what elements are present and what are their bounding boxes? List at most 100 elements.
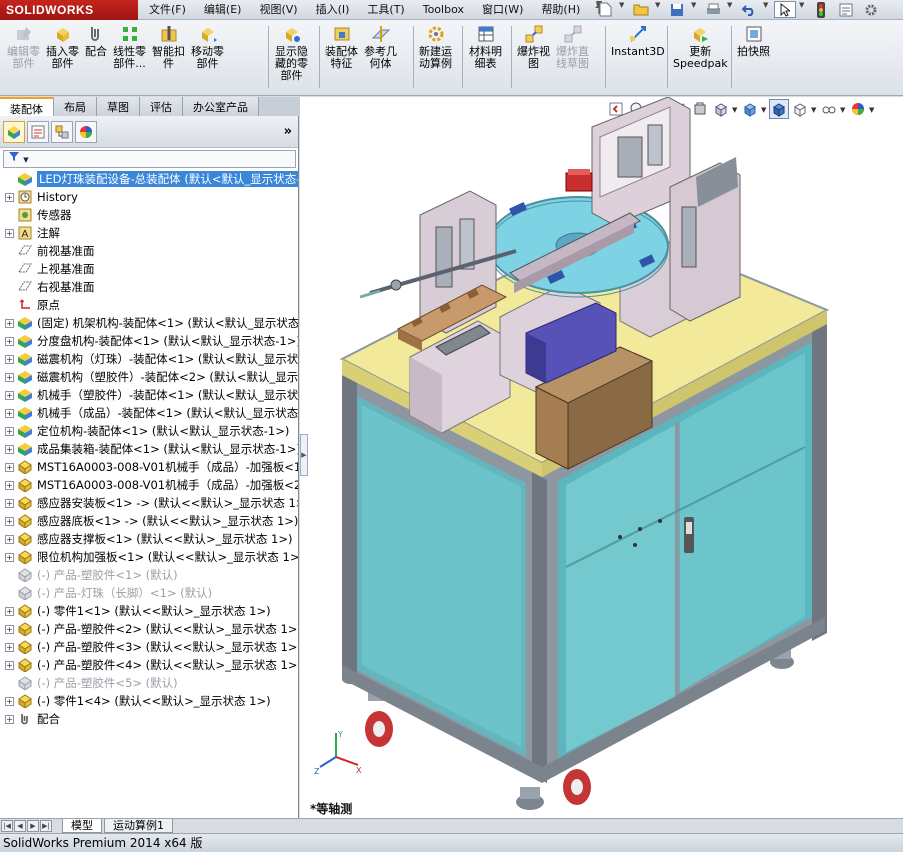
open-folder-icon[interactable]: [630, 1, 652, 18]
expand-toggle-icon[interactable]: +: [5, 390, 14, 400]
save-icon[interactable]: [666, 1, 688, 18]
expand-toggle-icon[interactable]: +: [5, 318, 14, 328]
expand-toggle-icon[interactable]: +: [5, 408, 14, 418]
tree-item[interactable]: + 感应器支撑板<1> (默认<<默认>_显示状态 1>): [0, 530, 298, 548]
options-icon[interactable]: [860, 1, 882, 18]
display-manager-tab-icon[interactable]: [75, 120, 97, 143]
tree-item[interactable]: + 配合: [0, 710, 298, 728]
explode-line-sketch-button[interactable]: 爆炸直 线草图: [553, 24, 592, 70]
tab-assembly[interactable]: 装配体: [0, 97, 54, 116]
tab-layout[interactable]: 布局: [54, 97, 97, 116]
expand-toggle-icon[interactable]: +: [5, 498, 14, 508]
expand-toggle-icon[interactable]: +: [5, 660, 14, 670]
bill-of-materials-button[interactable]: 材料明 细表: [466, 24, 505, 70]
tree-item[interactable]: + (-) 产品-塑胶件<2> (默认<<默认>_显示状态 1>): [0, 620, 298, 638]
assembly-model[interactable]: [300, 97, 903, 818]
expand-toggle-icon[interactable]: +: [5, 696, 14, 706]
expand-toggle-icon[interactable]: +: [5, 372, 14, 382]
instant3d-button[interactable]: Instant3D: [608, 24, 668, 58]
tree-item[interactable]: + 分度盘机构-装配体<1> (默认<默认_显示状态-1>): [0, 332, 298, 350]
tree-item[interactable]: + 限位机构加强板<1> (默认<<默认>_显示状态 1>): [0, 548, 298, 566]
tab-model[interactable]: 模型: [62, 819, 102, 833]
tree-item[interactable]: + MST16A0003-008-V01机械手（成品）-加强板<1>: [0, 458, 298, 476]
expand-toggle-icon[interactable]: +: [5, 714, 14, 724]
tree-item[interactable]: 传感器: [0, 206, 298, 224]
expand-toggle-icon[interactable]: +: [5, 552, 14, 562]
tree-root-assembly[interactable]: LED灯珠装配设备-总装配体 (默认<默认_显示状态-1>): [0, 170, 298, 188]
property-manager-tab-icon[interactable]: [27, 120, 49, 143]
move-component-button[interactable]: 移动零 部件: [188, 24, 227, 70]
assembly-feature-button[interactable]: 装配体 特征: [322, 24, 361, 70]
tab-motion-study-1[interactable]: 运动算例1: [104, 819, 173, 833]
graphics-area[interactable]: ▼ ▼ ▼ ▼ ▼ ▶ Y X Z *等轴测: [300, 97, 903, 818]
next-tab-icon[interactable]: ▶: [27, 820, 39, 832]
edit-component-button[interactable]: 编辑零 部件: [4, 24, 43, 70]
expand-toggle-icon[interactable]: +: [5, 426, 14, 436]
traffic-light-icon[interactable]: [810, 1, 832, 18]
configuration-manager-tab-icon[interactable]: [51, 120, 73, 143]
menu-edit[interactable]: 编辑(E): [195, 0, 251, 20]
expand-toggle-icon[interactable]: +: [5, 534, 14, 544]
expand-toggle-icon[interactable]: +: [5, 354, 14, 364]
expand-toggle-icon[interactable]: +: [5, 228, 14, 238]
show-hidden-components-button[interactable]: 显示隐 藏的零 部件: [272, 24, 311, 82]
print-icon[interactable]: [702, 1, 724, 18]
tree-item[interactable]: 原点: [0, 296, 298, 314]
tree-item[interactable]: + (-) 产品-塑胶件<4> (默认<<默认>_显示状态 1>): [0, 656, 298, 674]
tree-item[interactable]: 上视基准面: [0, 260, 298, 278]
tree-item[interactable]: (-) 产品-塑胶件<5> (默认): [0, 674, 298, 692]
menu-window[interactable]: 窗口(W): [473, 0, 532, 20]
mate-button[interactable]: 配合: [82, 24, 110, 70]
expand-toggle-icon[interactable]: +: [5, 606, 14, 616]
chevron-down-icon[interactable]: ▼: [763, 1, 771, 19]
insert-component-button[interactable]: 插入零 部件: [43, 24, 82, 70]
expand-toggle-icon[interactable]: +: [5, 192, 14, 202]
expand-toggle-icon[interactable]: +: [5, 624, 14, 634]
tree-item[interactable]: + 感应器底板<1> -> (默认<<默认>_显示状态 1>): [0, 512, 298, 530]
tree-item[interactable]: + (固定) 机架机构-装配体<1> (默认<默认_显示状态-1>): [0, 314, 298, 332]
expand-toggle-icon[interactable]: +: [5, 462, 14, 472]
tree-item[interactable]: + 感应器安装板<1> -> (默认<<默认>_显示状态 1>): [0, 494, 298, 512]
tree-item[interactable]: + (-) 零件1<4> (默认<<默认>_显示状态 1>): [0, 692, 298, 710]
chevron-down-icon[interactable]: ▼: [691, 1, 699, 19]
menu-insert[interactable]: 插入(I): [307, 0, 359, 20]
menu-view[interactable]: 视图(V): [250, 0, 306, 20]
smart-fastener-button[interactable]: 智能扣 件: [149, 24, 188, 70]
last-tab-icon[interactable]: ▶|: [40, 820, 52, 832]
expand-toggle-icon[interactable]: +: [5, 444, 14, 454]
reference-geometry-button[interactable]: 参考几 何体: [361, 24, 400, 70]
feature-tree-filter[interactable]: ▼: [3, 150, 296, 168]
chevron-down-icon[interactable]: ▼: [619, 1, 627, 19]
more-tabs-icon[interactable]: »: [284, 124, 292, 139]
tree-item[interactable]: + 磁震机构（塑胶件）-装配体<2> (默认<默认_显示状态-1>): [0, 368, 298, 386]
file-properties-icon[interactable]: [835, 1, 857, 18]
menu-file[interactable]: 文件(F): [140, 0, 195, 20]
tree-item[interactable]: + 定位机构-装配体<1> (默认<默认_显示状态-1>): [0, 422, 298, 440]
chevron-down-icon[interactable]: ▼: [799, 1, 807, 19]
new-motion-study-button[interactable]: 新建运 动算例: [416, 24, 455, 70]
menu-help[interactable]: 帮助(H): [532, 0, 589, 20]
exploded-view-button[interactable]: 爆炸视 图: [514, 24, 553, 70]
tab-sketch[interactable]: 草图: [97, 97, 140, 116]
solidworks-logo[interactable]: SOLIDWORKS: [0, 0, 138, 20]
expand-toggle-icon[interactable]: +: [5, 642, 14, 652]
tree-item[interactable]: + 成品集装箱-装配体<1> (默认<默认_显示状态-1>): [0, 440, 298, 458]
previous-tab-icon[interactable]: ◀: [14, 820, 26, 832]
new-document-icon[interactable]: [594, 1, 616, 18]
menu-tools[interactable]: 工具(T): [358, 0, 413, 20]
tree-item[interactable]: + A 注解: [0, 224, 298, 242]
linear-pattern-button[interactable]: 线性零 部件...: [110, 24, 149, 70]
tree-item[interactable]: 右视基准面: [0, 278, 298, 296]
tree-item[interactable]: (-) 产品-灯珠（长脚）<1> (默认): [0, 584, 298, 602]
undo-icon[interactable]: [738, 1, 760, 18]
expand-toggle-icon[interactable]: +: [5, 336, 14, 346]
tree-item[interactable]: (-) 产品-塑胶件<1> (默认): [0, 566, 298, 584]
tab-office-products[interactable]: 办公室产品: [183, 97, 259, 116]
first-tab-icon[interactable]: |◀: [1, 820, 13, 832]
tree-item[interactable]: + 机械手（成品）-装配体<1> (默认<默认_显示状态-1>): [0, 404, 298, 422]
tree-item[interactable]: + History: [0, 188, 298, 206]
tree-item[interactable]: + 机械手（塑胶件）-装配体<1> (默认<默认_显示状态-1>): [0, 386, 298, 404]
tree-item[interactable]: + MST16A0003-008-V01机械手（成品）-加强板<2>: [0, 476, 298, 494]
expand-toggle-icon[interactable]: +: [5, 480, 14, 490]
chevron-down-icon[interactable]: ▼: [727, 1, 735, 19]
